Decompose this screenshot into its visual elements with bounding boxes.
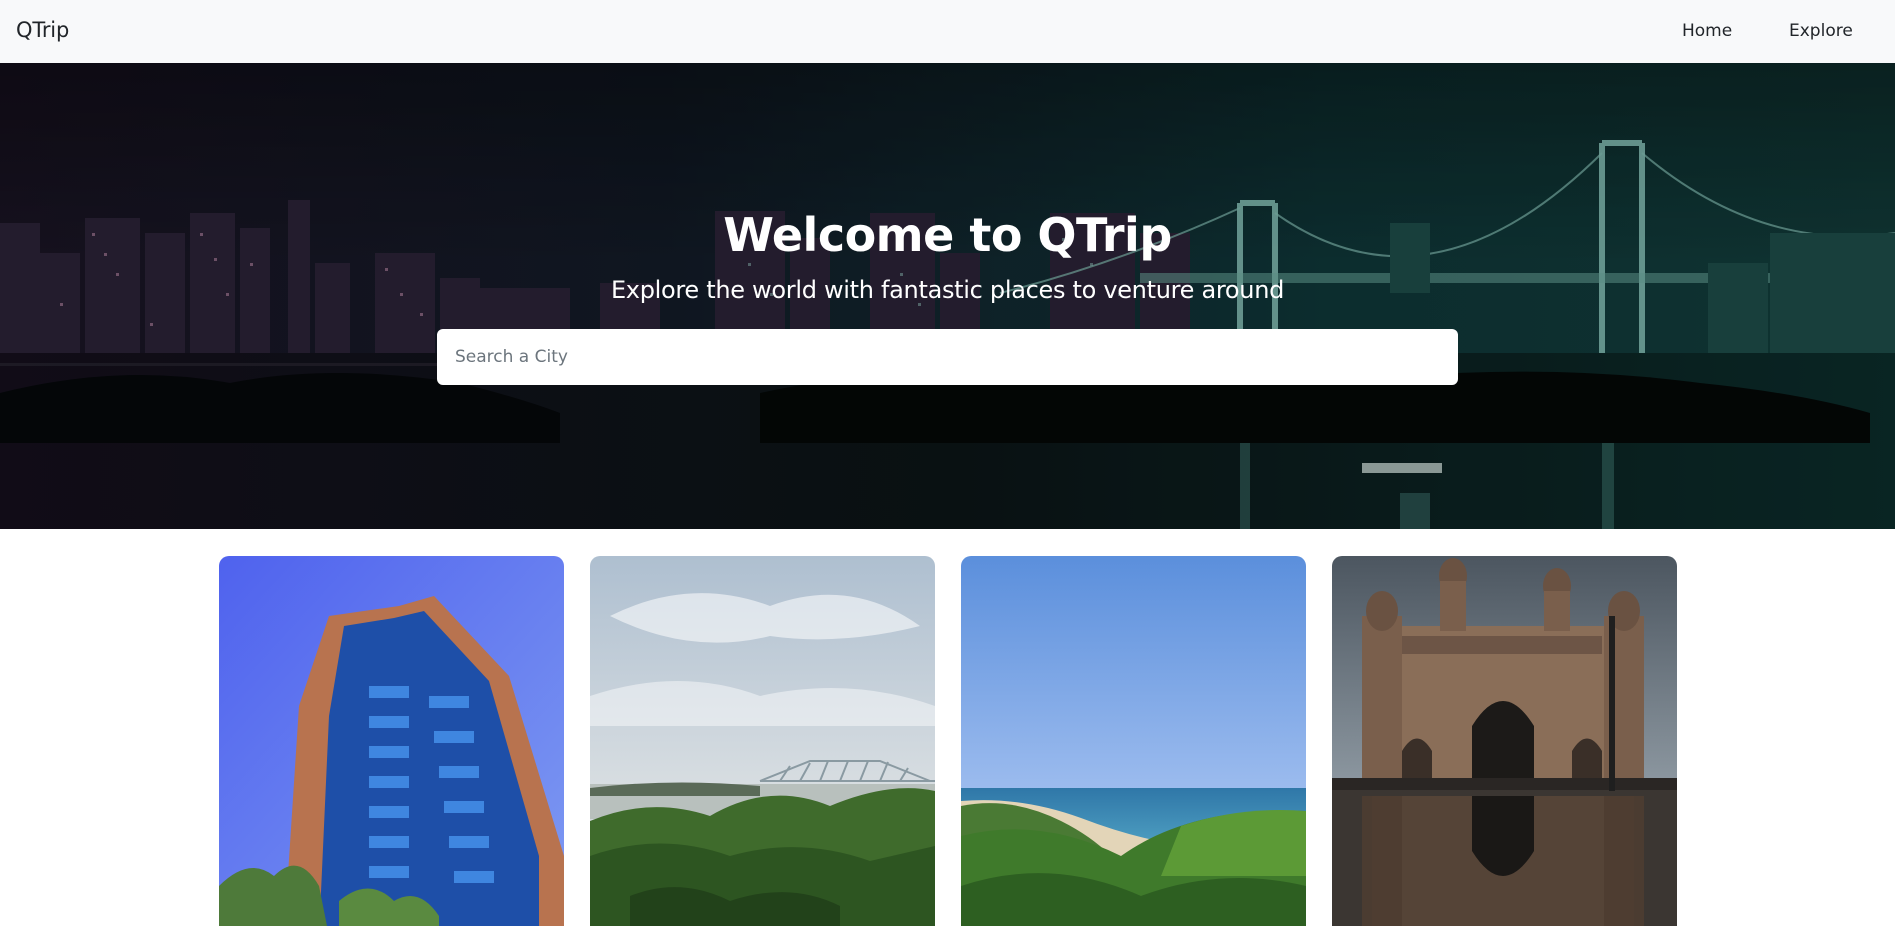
nav-link-home[interactable]: Home: [1682, 21, 1732, 41]
brand-logo[interactable]: QTrip: [16, 18, 69, 42]
nav-link-explore[interactable]: Explore: [1789, 21, 1853, 41]
city-image-river-bridge: [590, 556, 935, 926]
hero-subtitle: Explore the world with fantastic places …: [610, 276, 1285, 304]
city-image-office-tower: [219, 556, 564, 926]
city-card[interactable]: [1332, 556, 1677, 926]
hero-banner: Welcome to QTrip Explore the world with …: [0, 63, 1895, 529]
city-image-sea-coast: [961, 556, 1306, 926]
city-card[interactable]: [219, 556, 564, 926]
navbar: QTrip Home Explore: [0, 0, 1895, 63]
city-card[interactable]: [961, 556, 1306, 926]
city-image-gateway-monument: [1332, 556, 1677, 926]
city-search-input[interactable]: [437, 329, 1458, 385]
hero-title: Welcome to QTrip: [723, 208, 1172, 262]
city-card[interactable]: [590, 556, 935, 926]
